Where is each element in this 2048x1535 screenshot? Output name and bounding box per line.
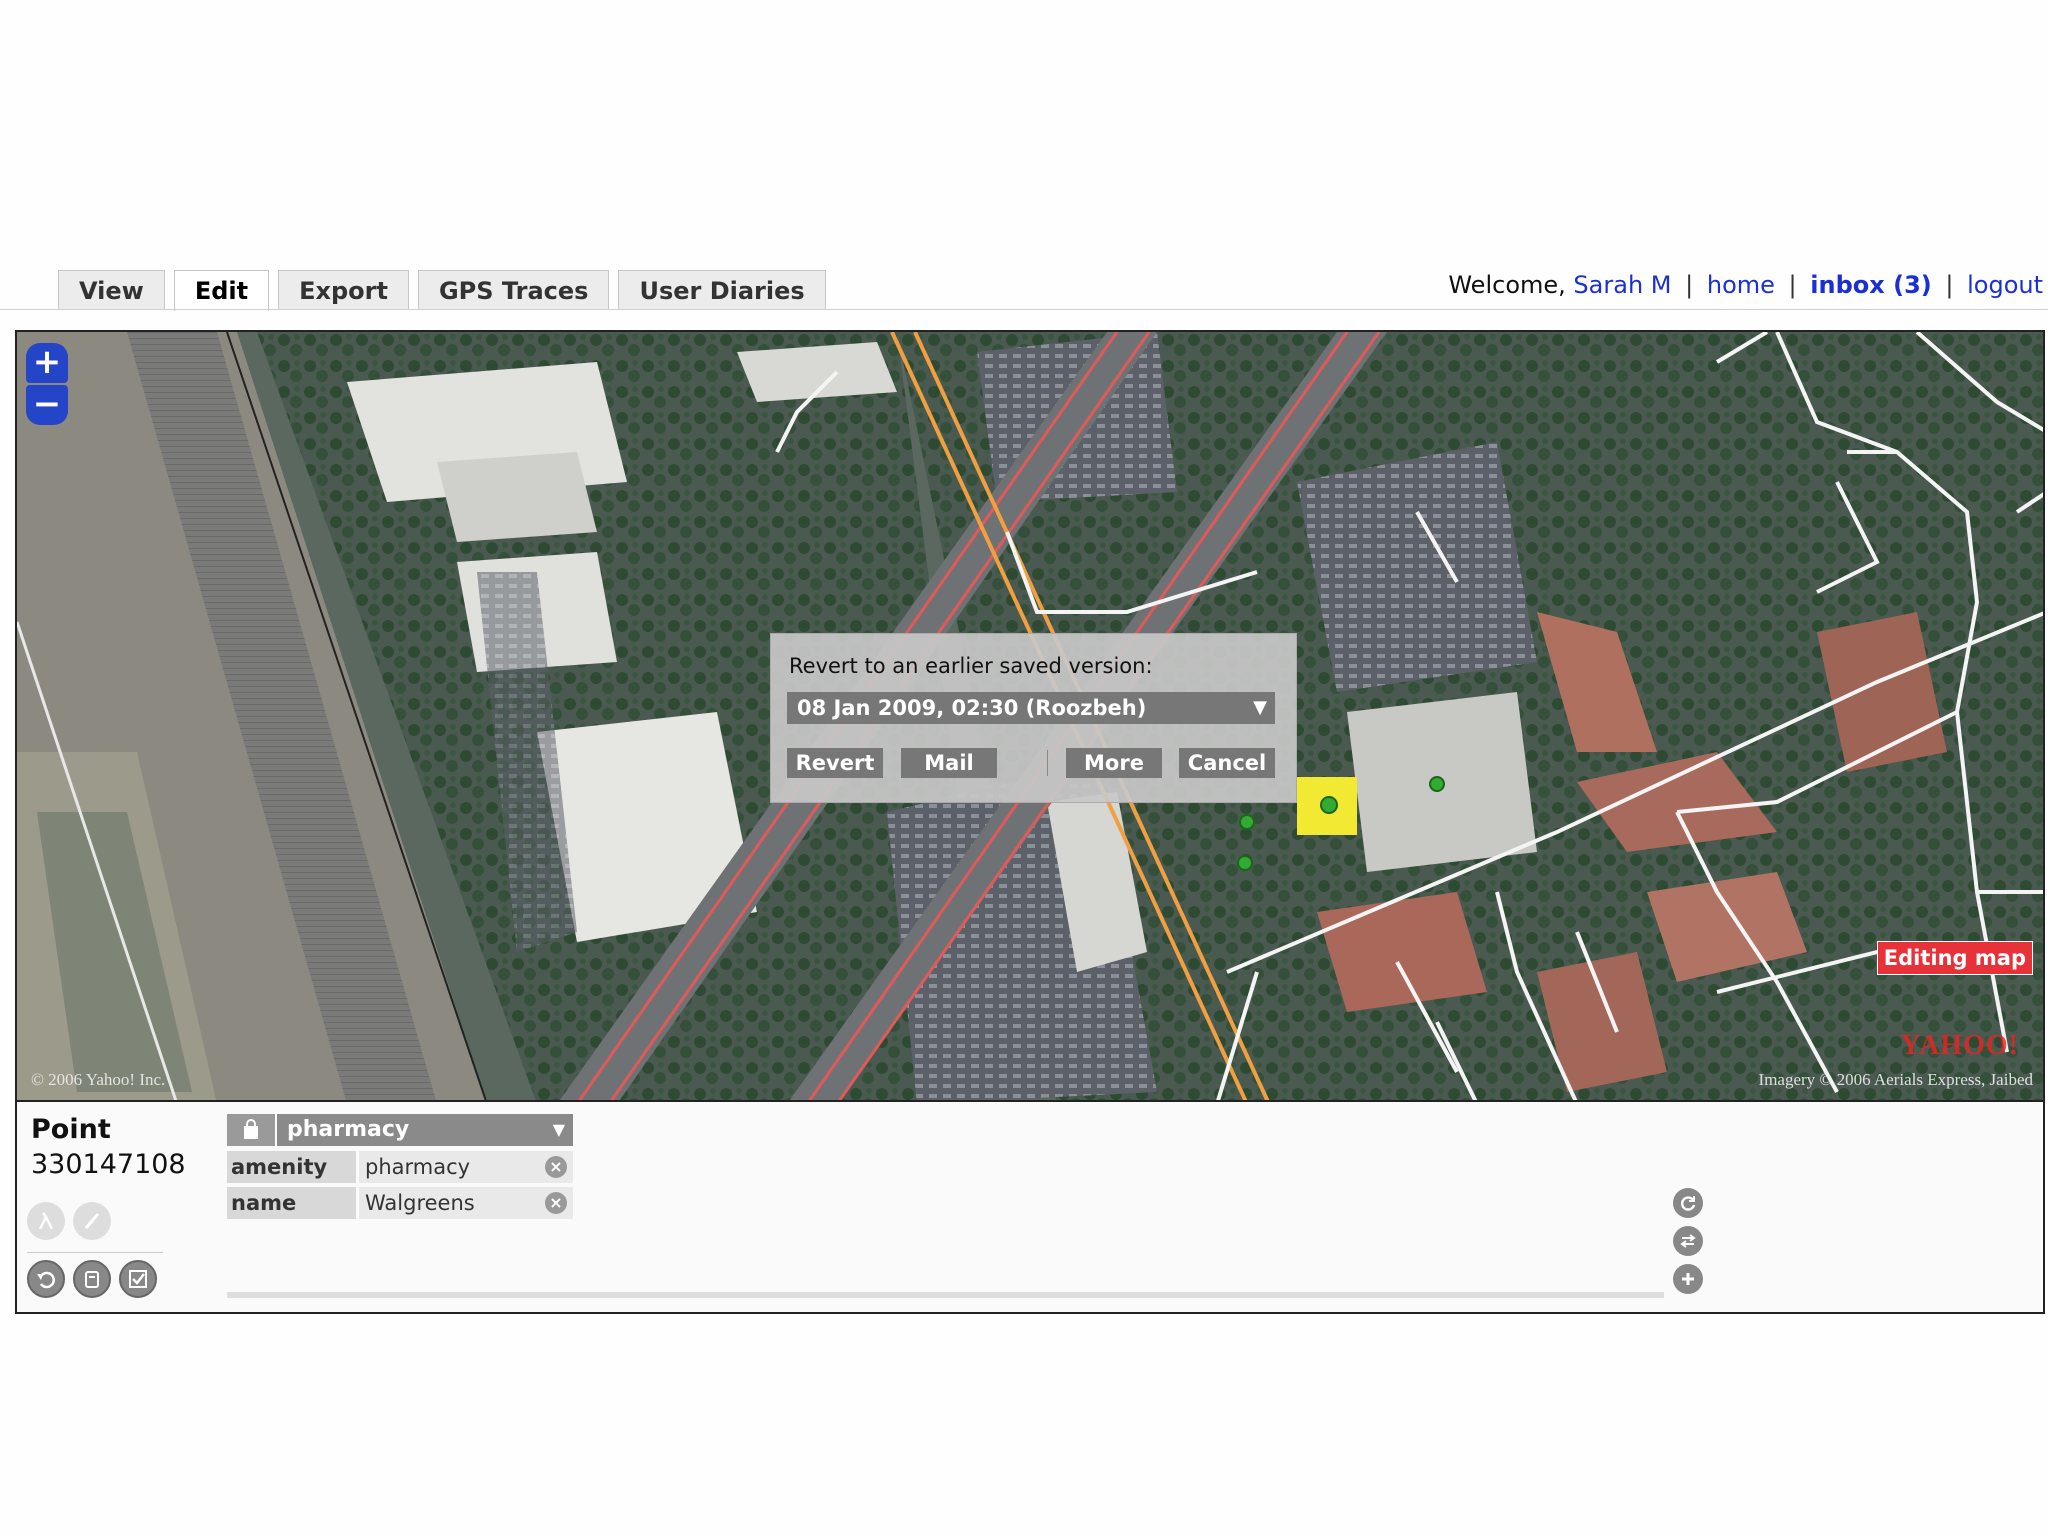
preset-value: pharmacy [287, 1117, 410, 1142]
zoom-control: + − [26, 343, 68, 427]
undo-icon[interactable] [27, 1260, 65, 1298]
username-link[interactable]: Sarah M [1573, 271, 1671, 299]
tab-divider [0, 309, 2048, 310]
close-circle-icon[interactable]: × [545, 1156, 567, 1178]
separator: | [1685, 271, 1694, 299]
tag-value: Walgreens [365, 1191, 475, 1215]
revert-button[interactable]: Revert [787, 748, 883, 778]
object-type: Point [31, 1114, 111, 1145]
tab-view[interactable]: View [58, 270, 165, 310]
more-button[interactable]: More [1066, 748, 1162, 778]
add-icon[interactable] [1673, 1264, 1703, 1294]
tag-key[interactable]: amenity [227, 1151, 359, 1183]
revert-dialog-title: Revert to an earlier saved version: [789, 654, 1153, 678]
tag-value-field[interactable]: Walgreens × [359, 1187, 573, 1219]
shopping-bag-icon [227, 1114, 277, 1146]
tag-value: pharmacy [365, 1155, 471, 1179]
properties-panel: Point 330147108 pharmacy ▼ amenity pharm… [15, 1102, 2045, 1314]
mail-button[interactable]: Mail [901, 748, 997, 778]
revert-dialog: Revert to an earlier saved version: 08 J… [770, 633, 1297, 803]
horizontal-scrollbar[interactable] [227, 1292, 1664, 1298]
zoom-in-button[interactable]: + [26, 343, 68, 383]
pencil-icon [73, 1202, 111, 1240]
close-circle-icon[interactable]: × [545, 1192, 567, 1214]
version-select[interactable]: 08 Jan 2009, 02:30 (Roozbeh) ▼ [787, 692, 1275, 724]
main-tabs: View Edit Export GPS Traces User Diaries [58, 270, 835, 311]
history-icon[interactable] [1673, 1188, 1703, 1218]
home-link[interactable]: home [1707, 271, 1775, 299]
object-id: 330147108 [31, 1149, 186, 1180]
tab-user-diaries[interactable]: User Diaries [618, 270, 826, 310]
lambda-icon [27, 1202, 65, 1240]
editing-map-badge: Editing map [1876, 941, 2033, 975]
preset-selector[interactable]: pharmacy ▼ [227, 1114, 573, 1146]
inbox-link[interactable]: inbox (3) [1810, 271, 1931, 299]
chevron-down-icon: ▼ [1253, 697, 1267, 718]
button-separator [1047, 750, 1048, 776]
separator: | [1945, 271, 1954, 299]
map-copyright: © 2006 Yahoo! Inc. [31, 1070, 166, 1089]
logout-link[interactable]: logout [1967, 271, 2043, 299]
cancel-button[interactable]: Cancel [1179, 748, 1275, 778]
welcome-text: Welcome, [1448, 271, 1566, 299]
preset-label: pharmacy ▼ [277, 1114, 573, 1146]
chevron-down-icon: ▼ [552, 1120, 565, 1139]
yahoo-logo: YAHOO! [1900, 1030, 2019, 1061]
tab-export[interactable]: Export [278, 270, 409, 310]
map-canvas[interactable]: + − © 2006 Yahoo! Inc. Imagery © 2006 Ae… [15, 330, 2045, 1102]
tag-value-field[interactable]: pharmacy × [359, 1151, 573, 1183]
tag-key[interactable]: name [227, 1187, 359, 1219]
clipboard-icon[interactable] [73, 1260, 111, 1298]
tag-row: name Walgreens × [227, 1187, 573, 1219]
separator: | [1788, 271, 1797, 299]
zoom-out-button[interactable]: − [26, 385, 68, 425]
tag-row: amenity pharmacy × [227, 1151, 573, 1183]
user-bar: Welcome, Sarah M | home | inbox (3) | lo… [1448, 271, 2043, 299]
tab-gps-traces[interactable]: GPS Traces [417, 270, 610, 310]
swap-icon[interactable] [1673, 1226, 1703, 1256]
tab-edit[interactable]: Edit [173, 270, 270, 311]
version-select-value: 08 Jan 2009, 02:30 (Roozbeh) [797, 696, 1147, 720]
panel-divider [27, 1252, 163, 1253]
check-icon[interactable] [119, 1260, 157, 1298]
imagery-credit: Imagery © 2006 Aerials Express, Jaibed [1758, 1070, 2033, 1089]
